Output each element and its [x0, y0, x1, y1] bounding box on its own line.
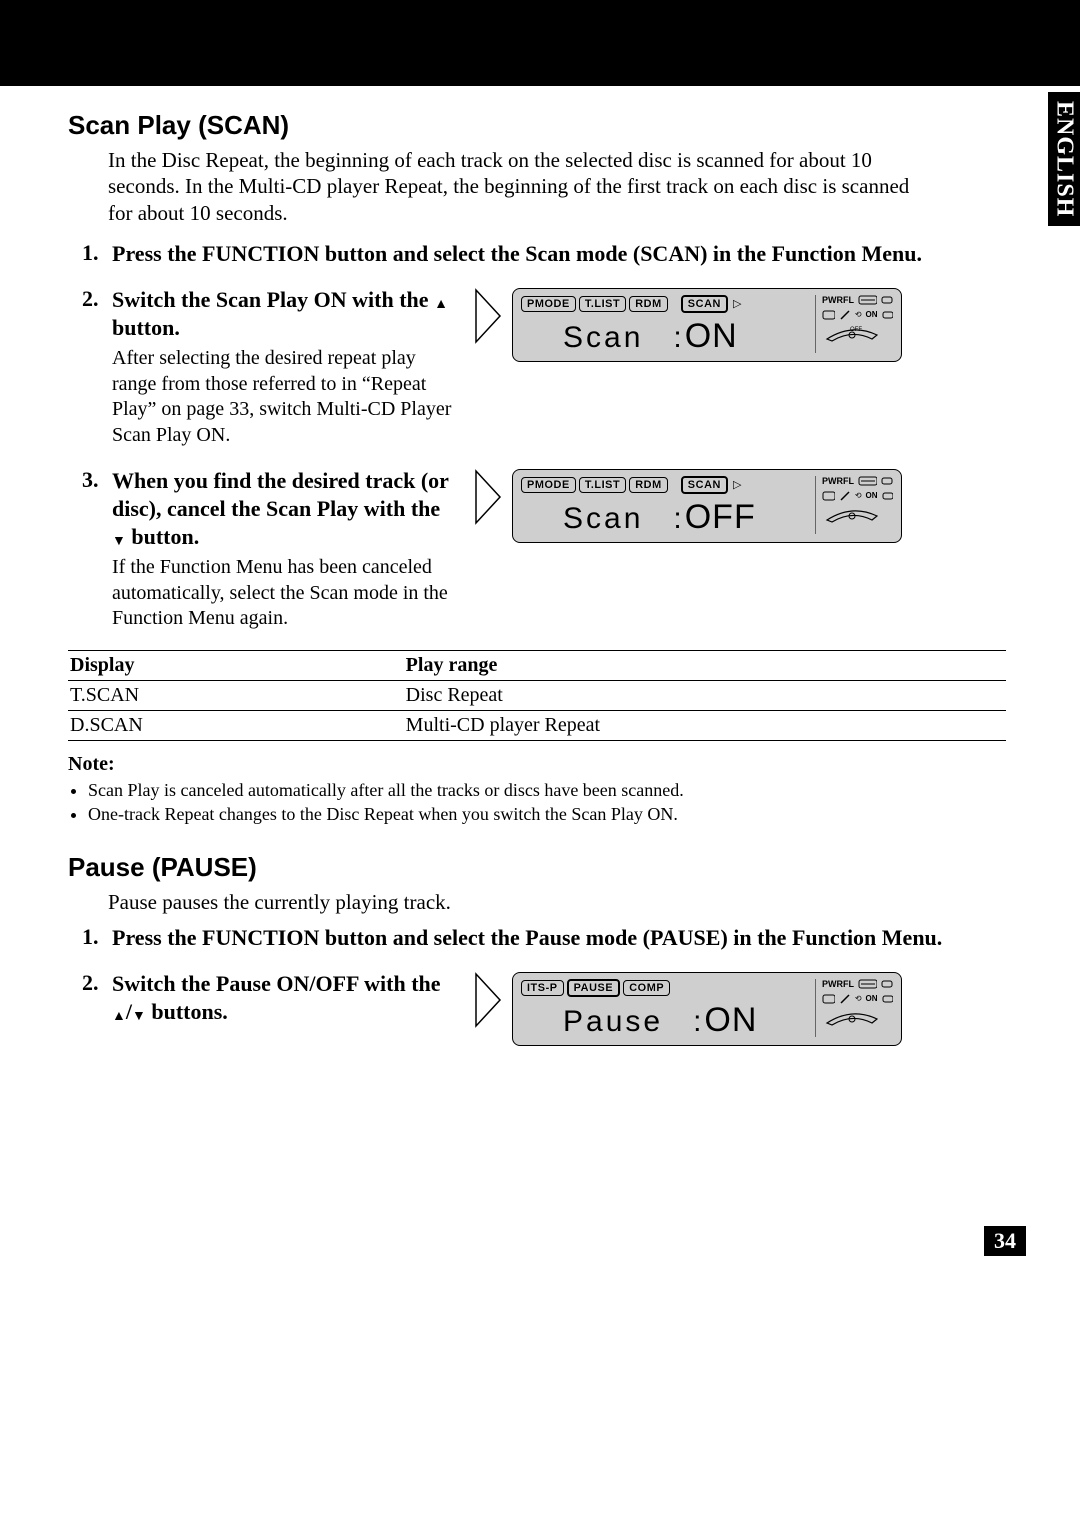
lcd-panel-scan-off: PMODE T.LIST RDM SCAN ▷ Scan :OFF	[474, 469, 902, 543]
pwrfl-label: PWRFL	[822, 295, 854, 305]
section-scan-title: Scan Play (SCAN)	[68, 110, 1006, 141]
scan-intro: In the Disc Repeat, the beginning of eac…	[108, 147, 1006, 226]
scan-step-2: Switch the Scan Play ON with the ▲ butto…	[68, 286, 1006, 449]
table-cell: T.SCAN	[68, 680, 406, 710]
lcd-value: :ON	[693, 1003, 757, 1037]
pause-step-2-head-b: buttons.	[146, 999, 228, 1024]
scan-step-3-body: If the Function Menu has been canceled a…	[112, 555, 454, 632]
lcd-tab-tlist: T.LIST	[579, 477, 626, 493]
lcd-tab-row: PMODE T.LIST RDM SCAN ▷	[521, 295, 807, 313]
scan-step-2-head-a: Switch the Scan Play ON with the	[112, 287, 429, 312]
page-footer: 34	[68, 1226, 1026, 1256]
lcd-display: PMODE T.LIST RDM SCAN ▷ Scan :ON	[512, 288, 902, 362]
scan-step-3: When you find the desired track (or disc…	[68, 467, 1006, 632]
lcd-side-indicators: PWRFL ⟲ON	[815, 476, 893, 534]
lcd-display: PMODE T.LIST RDM SCAN ▷ Scan :OFF	[512, 469, 902, 543]
header-black-bar	[0, 0, 1080, 86]
lcd-tab-rdm: RDM	[629, 296, 668, 312]
page-number: 34	[984, 1226, 1026, 1256]
pause-step-2-head-a: Switch the Pause ON/OFF with the	[112, 971, 441, 996]
lcd-tab-pause-selected: PAUSE	[567, 979, 621, 997]
lcd-display: ITS-P PAUSE COMP Pause :ON PWRFL ⟲O	[512, 972, 902, 1046]
language-tab: ENGLISH	[1048, 92, 1080, 226]
pointer-icon	[474, 972, 504, 1022]
pause-step-2-head: Switch the Pause ON/OFF with the ▲/▼ but…	[112, 970, 454, 1026]
play-indicator-icon: ▷	[733, 478, 741, 491]
lcd-value: :OFF	[673, 500, 755, 534]
notes-heading: Note:	[68, 753, 1006, 776]
table-header-display: Display	[68, 650, 406, 680]
scan-step-3-head: When you find the desired track (or disc…	[112, 467, 454, 551]
note-item: Scan Play is canceled automatically afte…	[88, 778, 1006, 802]
lcd-label: Pause	[563, 1007, 663, 1037]
swoosh-icon: OFF	[822, 325, 882, 343]
notes-block: Note: Scan Play is canceled automaticall…	[68, 753, 1006, 827]
pause-step-1-text: Press the FUNCTION button and select the…	[112, 924, 1006, 952]
play-indicator-icon: ▷	[733, 297, 741, 310]
pause-steps: Press the FUNCTION button and select the…	[68, 924, 1006, 1046]
lcd-readout: Scan :ON	[521, 317, 807, 353]
lcd-tab-scan-selected: SCAN	[681, 295, 728, 313]
table-row: D.SCAN Multi-CD player Repeat	[68, 710, 1006, 740]
lcd-tab-rdm: RDM	[629, 477, 668, 493]
down-triangle-icon: ▼	[112, 534, 126, 549]
lcd-tab-pmode: PMODE	[521, 296, 576, 312]
lcd-tab-scan-selected: SCAN	[681, 476, 728, 494]
lcd-panel-pause-on: ITS-P PAUSE COMP Pause :ON PWRFL ⟲O	[474, 972, 902, 1046]
pause-step-1: Press the FUNCTION button and select the…	[68, 924, 1006, 952]
table-cell: D.SCAN	[68, 710, 406, 740]
svg-text:OFF: OFF	[850, 327, 862, 333]
scan-step-1-text: Press the FUNCTION button and select the…	[112, 240, 1006, 268]
lcd-tab-row: ITS-P PAUSE COMP	[521, 979, 807, 997]
scan-steps: Press the FUNCTION button and select the…	[68, 240, 1006, 632]
scan-step-2-head: Switch the Scan Play ON with the ▲ butto…	[112, 286, 454, 342]
lcd-label: Scan	[563, 323, 643, 353]
section-pause-title: Pause (PAUSE)	[68, 852, 1006, 883]
pause-intro: Pause pauses the currently playing track…	[108, 889, 1006, 915]
scan-step-3-head-a: When you find the desired track (or disc…	[112, 468, 449, 521]
pointer-icon	[474, 288, 504, 338]
on-indicator: ON	[866, 310, 878, 319]
lcd-side-indicators: PWRFL ⟲ON	[815, 979, 893, 1037]
lcd-readout: Scan :OFF	[521, 498, 807, 534]
down-triangle-icon: ▼	[132, 1009, 146, 1024]
on-indicator: ON	[866, 491, 878, 500]
scan-step-3-head-b: button.	[126, 524, 199, 549]
lcd-tab-itsp: ITS-P	[521, 980, 564, 996]
on-indicator: ON	[866, 994, 878, 1003]
table-header-range: Play range	[406, 650, 1006, 680]
page-content: ENGLISH Scan Play (SCAN) In the Disc Rep…	[0, 86, 1080, 1296]
up-triangle-icon: ▲	[434, 297, 448, 312]
lcd-label: Scan	[563, 504, 643, 534]
swoosh-icon	[822, 506, 882, 524]
scan-display-table: Display Play range T.SCAN Disc Repeat D.…	[68, 650, 1006, 741]
scan-step-2-head-b: button.	[112, 315, 180, 340]
scan-step-1: Press the FUNCTION button and select the…	[68, 240, 1006, 268]
scan-step-2-body: After selecting the desired repeat play …	[112, 346, 454, 448]
lcd-tab-comp: COMP	[623, 980, 670, 996]
pwrfl-label: PWRFL	[822, 476, 854, 486]
lcd-value: :ON	[673, 319, 737, 353]
lcd-tab-tlist: T.LIST	[579, 296, 626, 312]
lcd-tab-row: PMODE T.LIST RDM SCAN ▷	[521, 476, 807, 494]
lcd-readout: Pause :ON	[521, 1001, 807, 1037]
swoosh-icon	[822, 1009, 882, 1027]
lcd-side-indicators: PWRFL ⟲ON OFF	[815, 295, 893, 353]
up-triangle-icon: ▲	[112, 1009, 126, 1024]
table-cell: Multi-CD player Repeat	[406, 710, 1006, 740]
lcd-tab-pmode: PMODE	[521, 477, 576, 493]
table-cell: Disc Repeat	[406, 680, 1006, 710]
table-row: T.SCAN Disc Repeat	[68, 680, 1006, 710]
lcd-panel-scan-on: PMODE T.LIST RDM SCAN ▷ Scan :ON	[474, 288, 902, 362]
pointer-icon	[474, 469, 504, 519]
pwrfl-label: PWRFL	[822, 979, 854, 989]
note-item: One-track Repeat changes to the Disc Rep…	[88, 802, 1006, 826]
pause-step-2: Switch the Pause ON/OFF with the ▲/▼ but…	[68, 970, 1006, 1046]
